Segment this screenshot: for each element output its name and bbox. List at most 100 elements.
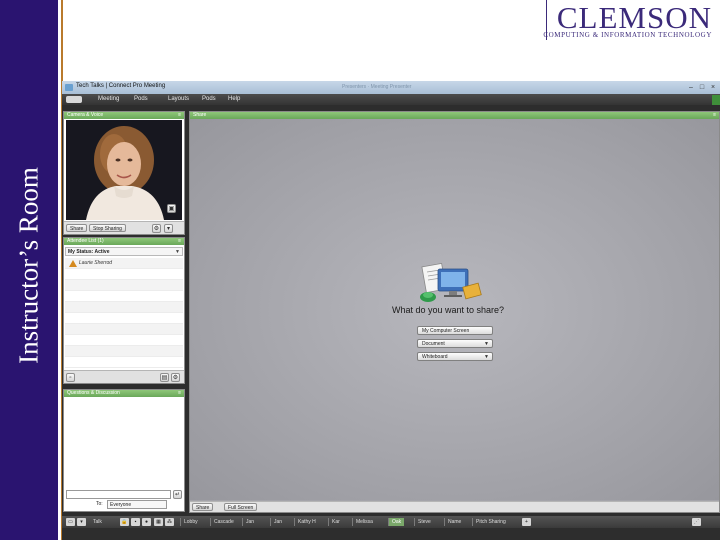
status-bar: ▭ ▾ Talk 🔒 ▪ ● ▦ ⁂ Lobby Cascade Jan Jan… <box>62 516 720 528</box>
attendee-row <box>65 269 183 280</box>
camera-share-button[interactable]: Share <box>66 224 88 232</box>
recipient-label: To: <box>96 501 103 507</box>
presenter-video <box>66 120 182 220</box>
app-icon <box>65 84 73 91</box>
camera-fullscreen-icon[interactable]: ▣ <box>167 204 176 213</box>
menu-help[interactable]: Help <box>228 96 240 102</box>
chevron-down-icon: ▼ <box>484 341 489 347</box>
camera-options-icon[interactable]: ▾ <box>164 224 173 233</box>
share-illustration-icon <box>420 262 482 302</box>
minimize-button[interactable]: – <box>686 83 696 92</box>
window-ghost-text: Presenters · Meeting Presenter <box>342 84 412 90</box>
attendee-pod-footer: ▫ ▤ ⚙ <box>64 370 184 383</box>
talk-button[interactable]: Talk <box>90 518 105 526</box>
attendee-row <box>65 302 183 313</box>
attendee-menu-icon[interactable]: ▫ <box>66 373 75 382</box>
layout-tab[interactable]: Pitch Sharing <box>472 518 509 526</box>
menu-pods-2[interactable]: Pods <box>202 96 216 102</box>
share-option-label: My Computer Screen <box>422 328 470 334</box>
menu-pods[interactable]: Pods <box>134 96 148 102</box>
my-status-label: My Status: Active <box>68 249 110 255</box>
layout-tab[interactable]: Kar <box>328 518 343 526</box>
camera-icon[interactable]: ▪ <box>131 518 140 526</box>
share-whiteboard-dropdown[interactable]: Whiteboard ▼ <box>417 352 493 361</box>
share-prompt: What do you want to share? <box>392 305 505 315</box>
layout-tab[interactable]: Jan <box>270 518 285 526</box>
recipient-dropdown[interactable]: Everyone <box>107 500 167 509</box>
share-pod-header: Share ≡ <box>190 112 719 119</box>
computer-icon[interactable]: ▭ <box>66 518 75 526</box>
title-bar: Tech Talks | Connect Pro Meeting Present… <box>62 81 720 94</box>
layout-tab[interactable]: Melissa <box>352 518 376 526</box>
camera-pod-title: Camera & Voice <box>67 112 104 118</box>
menu-meeting[interactable]: Meeting <box>98 96 119 102</box>
connect-window: Tech Talks | Connect Pro Meeting Present… <box>62 81 720 540</box>
share-option-label: Whiteboard <box>422 354 448 360</box>
side-title: Instructor’s Room <box>4 0 54 540</box>
pod-menu-icon[interactable]: ≡ <box>713 112 716 119</box>
pod-menu-icon[interactable]: ≡ <box>178 390 181 397</box>
pod-menu-icon[interactable]: ≡ <box>178 238 181 245</box>
attendee-row <box>65 335 183 346</box>
send-icon[interactable]: ↵ <box>173 490 182 499</box>
recipient-value: Everyone <box>110 502 132 508</box>
share-document-dropdown[interactable]: Document ▼ <box>417 339 493 348</box>
layout-tab[interactable]: Lobby <box>180 518 201 526</box>
people-icon[interactable]: ⁂ <box>165 518 174 526</box>
attendee-row <box>65 313 183 324</box>
presenter-portrait <box>66 120 182 220</box>
microphone-lock-icon[interactable]: 🔒 <box>120 518 129 526</box>
layout-tab[interactable]: Steve <box>414 518 434 526</box>
attendee-pod-header: Attendee List (1) ≡ <box>64 238 184 245</box>
slide: Instructor’s Room CLEMSON COMPUTING & IN… <box>0 0 720 540</box>
pod-menu-icon[interactable]: ≡ <box>178 112 181 119</box>
attendee-row[interactable]: Laurie Sherrod <box>65 258 183 269</box>
window-title: Tech Talks | Connect Pro Meeting <box>76 83 166 89</box>
layout-tab-active[interactable]: Oak <box>388 518 405 526</box>
share-pod-footer: Share Full Screen <box>190 501 719 512</box>
menu-layouts[interactable]: Layouts <box>168 96 189 102</box>
clemson-logo-subtitle: COMPUTING & INFORMATION TECHNOLOGY <box>543 31 712 39</box>
share-my-computer-screen-button[interactable]: My Computer Screen <box>417 326 493 335</box>
host-icon <box>69 260 77 267</box>
attendee-view-icon[interactable]: ▤ <box>160 373 169 382</box>
camera-pod-footer: Share Stop Sharing ⚙ ▾ <box>64 221 184 234</box>
full-screen-button[interactable]: Full Screen <box>224 503 258 511</box>
share-option-label: Document <box>422 341 445 347</box>
camera-settings-icon[interactable]: ⚙ <box>152 224 161 233</box>
record-icon[interactable]: ● <box>142 518 151 526</box>
chevron-down-icon: ▼ <box>484 354 489 360</box>
qa-pod-header: Questions & Discussion ≡ <box>64 390 184 397</box>
attendee-row <box>65 324 183 335</box>
close-button[interactable]: × <box>708 83 718 92</box>
arrow-down-icon[interactable]: ▾ <box>77 518 86 526</box>
window-accent <box>712 95 720 105</box>
attendee-list-pod: Attendee List (1) ≡ My Status: Active ▼ … <box>63 237 185 384</box>
chat-message-input[interactable] <box>66 490 171 499</box>
add-layout-icon[interactable]: + <box>522 518 531 526</box>
attendee-row <box>65 280 183 291</box>
layout-tab[interactable]: Cascade <box>210 518 237 526</box>
connect-menu-icon[interactable] <box>66 96 82 103</box>
qa-pod-title: Questions & Discussion <box>67 390 120 396</box>
layouts-icon[interactable]: ▦ <box>154 518 163 526</box>
chevron-down-icon: ▼ <box>175 249 180 255</box>
attendee-pod-title: Attendee List (1) <box>67 238 104 244</box>
maximize-button[interactable]: □ <box>697 83 707 92</box>
camera-voice-pod: Camera & Voice ≡ Share Stop Sharing ⚙ ▾ … <box>63 111 185 235</box>
attendee-options-icon[interactable]: ⚙ <box>171 373 180 382</box>
layout-tab[interactable]: Jan <box>242 518 257 526</box>
resize-handle-icon[interactable]: ⋰ <box>692 518 701 526</box>
layout-tab[interactable]: Kathy H <box>294 518 319 526</box>
layout-tab[interactable]: Name <box>444 518 464 526</box>
camera-pod-header: Camera & Voice ≡ <box>64 112 184 119</box>
stop-sharing-button[interactable]: Stop Sharing <box>89 224 126 232</box>
share-area: What do you want to share? My Computer S… <box>190 119 719 500</box>
share-button[interactable]: Share <box>192 503 214 511</box>
menu-bar: Meeting Pods Layouts Pods Help <box>62 94 720 105</box>
my-status-dropdown[interactable]: My Status: Active ▼ <box>65 247 183 256</box>
video-area <box>64 120 184 220</box>
share-pod-title: Share <box>193 112 207 118</box>
questions-discussion-pod: Questions & Discussion ≡ ↵ To: Everyone <box>63 389 185 512</box>
attendee-name: Laurie Sherrod <box>79 260 113 266</box>
